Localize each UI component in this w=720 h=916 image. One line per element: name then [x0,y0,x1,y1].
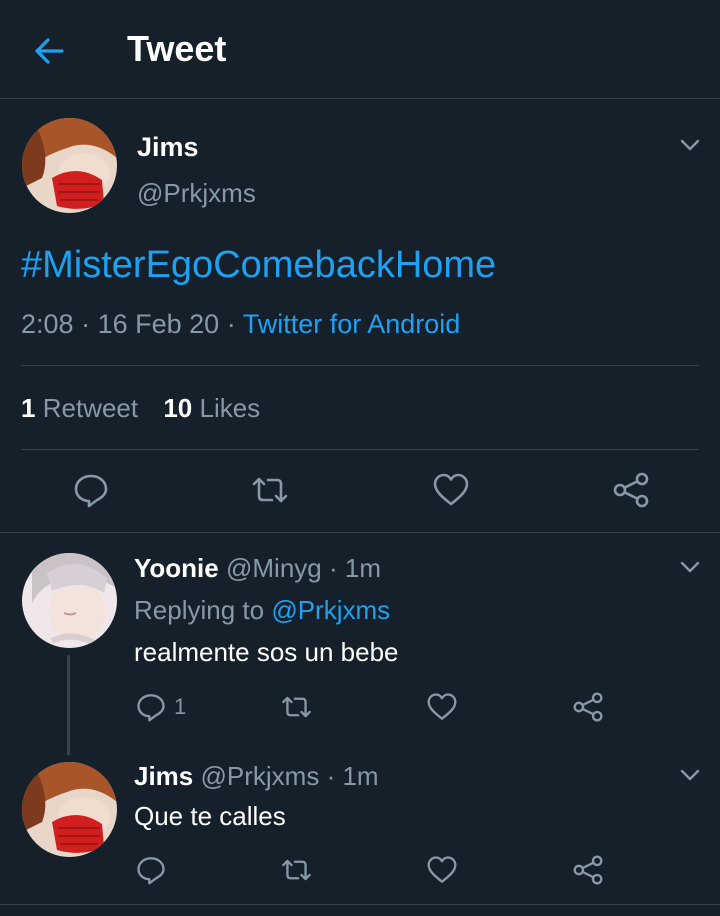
avatar[interactable] [22,553,117,648]
replying-to-label: Replying to [134,595,265,625]
author-handle[interactable]: @Prkjxms [137,178,256,209]
meta-divider [21,365,699,366]
reply-icon [137,694,165,722]
retweets-count: 1 [21,393,36,423]
tweet-hashtag[interactable]: #MisterEgoComebackHome [21,244,496,287]
reply-author-name[interactable]: Jims [134,761,193,791]
likes-stat[interactable]: 10 Likes [163,393,260,423]
arrow-left-icon[interactable] [32,34,66,68]
reply-button[interactable] [136,855,166,885]
retweet-icon [282,859,311,881]
reply-author-handle[interactable]: @Prkjxms [201,761,320,791]
share-icon [573,692,603,722]
meta-separator: · [81,309,91,339]
retweet-icon [252,477,288,503]
reply-header: Jims @Prkjxms · 1m [134,761,379,792]
reply-author-handle[interactable]: @Minyg [226,553,322,583]
main-tweet-divider [0,532,720,533]
reply-text: Que te calles [134,801,286,831]
chevron-down-icon[interactable] [678,133,702,157]
retweets-label: Retweet [42,393,139,423]
reply-time: 1m [344,553,381,583]
likes-label: Likes [199,393,261,423]
retweets-stat[interactable]: 1 Retweet [21,393,145,423]
reply-icon [74,474,108,508]
replying-to: Replying to @Prkjxms [134,595,390,626]
reply-header: Yoonie @Minyg · 1m [134,553,381,584]
tweet-time: 2:08 [21,309,74,339]
retweet-button[interactable] [280,855,313,885]
reply-button[interactable]: 1 [136,692,186,722]
like-button[interactable] [426,855,458,885]
meta-separator: · [226,309,236,339]
share-icon [613,472,649,508]
thread-line [67,655,70,755]
page-title: Tweet [127,28,227,69]
meta-separator: · [328,553,338,583]
chevron-down-icon[interactable] [678,763,702,787]
meta-separator: · [326,761,336,791]
heart-icon [427,693,457,720]
heart-icon [427,856,457,883]
avatar[interactable] [22,118,117,213]
header-divider [0,98,720,99]
chevron-down-icon[interactable] [678,555,702,579]
tweet-source[interactable]: Twitter for Android [243,309,461,339]
retweet-icon [282,696,311,718]
tweet-date: 16 Feb 20 [97,309,220,339]
retweet-button[interactable] [280,692,313,722]
share-button[interactable] [572,692,604,722]
reply-count: 1 [174,694,187,719]
heart-icon [433,473,469,506]
avatar[interactable] [22,762,117,857]
like-button[interactable] [432,472,470,508]
top-bar: Tweet [0,0,720,98]
reply-text: realmente sos un bebe [134,637,399,667]
replying-to-handle[interactable]: @Prkjxms [271,595,390,625]
retweet-button[interactable] [250,472,290,508]
reply-divider [0,904,720,905]
reply-author-name[interactable]: Yoonie [134,553,219,583]
tweet-meta: 2:08 · 16 Feb 20 · Twitter for Android [21,309,460,340]
likes-count: 10 [163,393,193,423]
author-name[interactable]: Jims [137,132,199,163]
share-button[interactable] [572,855,604,885]
share-button[interactable] [612,472,650,508]
share-icon [573,855,603,885]
stats-divider [21,449,699,450]
reply-button[interactable] [73,472,109,508]
reply-icon [137,857,165,885]
tweet-stats: 1 Retweet 10 Likes [21,393,260,424]
reply-time: 1m [342,761,379,791]
like-button[interactable] [426,692,458,722]
